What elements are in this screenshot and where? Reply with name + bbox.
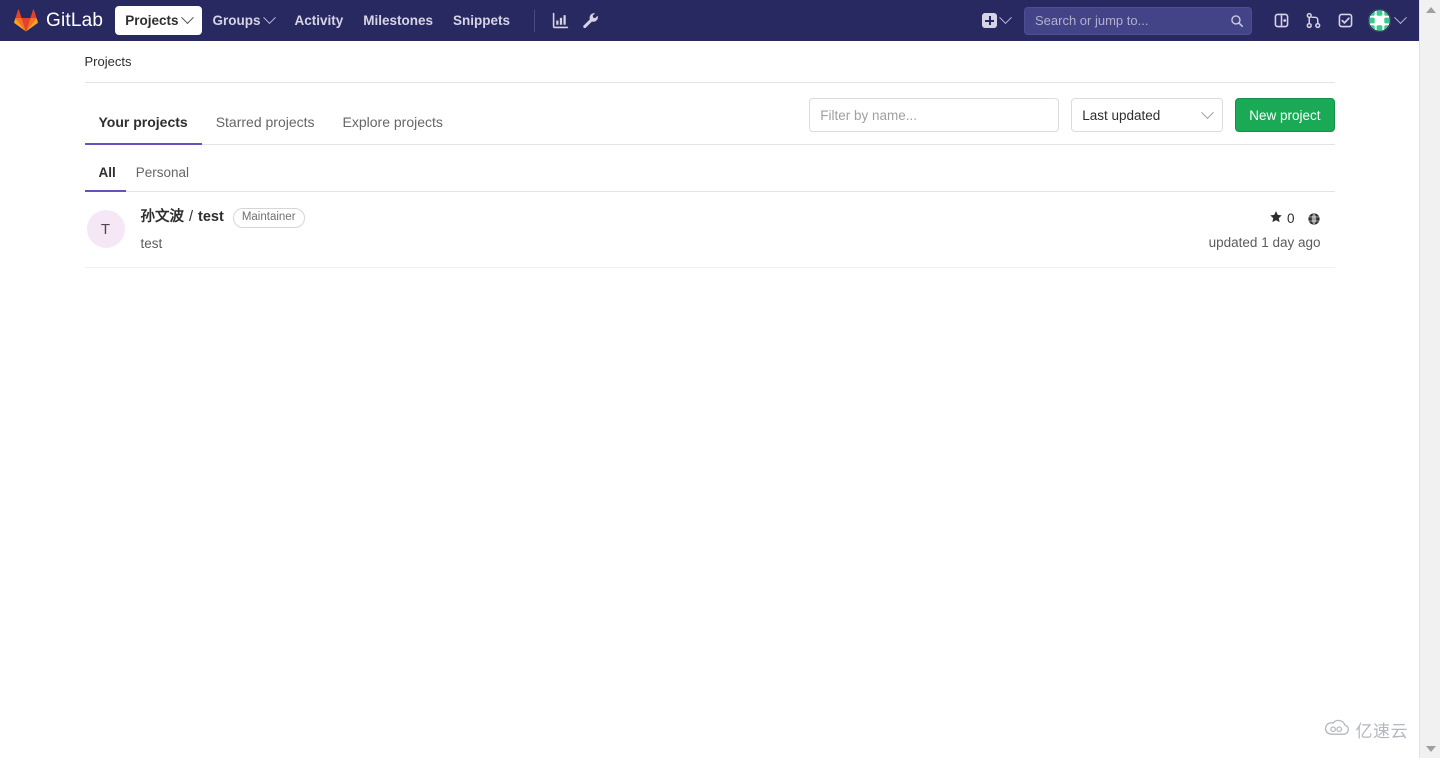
tab-starred-projects-label: Starred projects xyxy=(215,114,315,130)
project-name: test xyxy=(198,209,224,226)
nav-item-activity[interactable]: Activity xyxy=(284,6,353,35)
sort-dropdown-value: Last updated xyxy=(1082,107,1161,123)
project-stars[interactable]: 0 xyxy=(1269,210,1295,227)
content-container: Projects Your projects Starred projects … xyxy=(84,41,1335,268)
project-avatar: T xyxy=(86,210,125,248)
nav-item-groups-label: Groups xyxy=(212,13,261,28)
project-list: T 孙文波 / test Maintainer test 0 updated 1… xyxy=(84,192,1335,268)
scroll-down-arrow-icon[interactable] xyxy=(1420,739,1440,758)
wrench-icon[interactable] xyxy=(575,6,605,36)
navbar-left-section: GitLab Projects Groups Activity Mileston… xyxy=(0,0,605,41)
user-menu-button[interactable] xyxy=(1362,5,1409,36)
chart-analytics-icon[interactable] xyxy=(545,6,575,36)
merge-request-icon[interactable] xyxy=(1298,6,1328,36)
tab-explore-projects[interactable]: Explore projects xyxy=(329,114,457,144)
project-namespace: 孙文波 xyxy=(140,209,185,226)
project-main: 孙文波 / test Maintainer test xyxy=(141,208,1209,251)
subtab-personal[interactable]: Personal xyxy=(126,165,199,191)
gitlab-tanuki-logo xyxy=(14,9,38,32)
filter-by-name-input[interactable] xyxy=(809,98,1060,132)
navbar-divider xyxy=(534,9,536,32)
page-scrollbar[interactable] xyxy=(1419,0,1440,758)
star-icon xyxy=(1269,210,1283,227)
new-project-button[interactable]: New project xyxy=(1235,98,1335,132)
user-avatar xyxy=(1368,9,1391,32)
project-row[interactable]: T 孙文波 / test Maintainer test 0 updated 1… xyxy=(84,192,1335,268)
cloud-icon xyxy=(1324,719,1350,741)
project-description: test xyxy=(140,236,163,251)
nav-item-milestones-label: Milestones xyxy=(363,13,434,28)
search-input[interactable] xyxy=(1024,6,1252,35)
nav-item-snippets[interactable]: Snippets xyxy=(443,6,520,35)
project-meta-top: 0 xyxy=(1209,210,1321,227)
subtab-all[interactable]: All xyxy=(84,165,127,192)
project-name-separator: / xyxy=(189,209,194,226)
navbar-right-section xyxy=(976,0,1419,41)
scrollbar-bottom xyxy=(1420,739,1440,758)
sort-dropdown[interactable]: Last updated xyxy=(1071,98,1224,132)
subtab-personal-label: Personal xyxy=(135,165,190,180)
top-navbar: GitLab Projects Groups Activity Mileston… xyxy=(0,0,1419,41)
nav-item-milestones[interactable]: Milestones xyxy=(353,6,443,35)
plus-square-icon xyxy=(982,13,997,28)
project-role-badge: Maintainer xyxy=(232,208,305,228)
brand-name: GitLab xyxy=(46,9,104,31)
tab-your-projects-label: Your projects xyxy=(98,114,188,130)
project-title-line: 孙文波 / test Maintainer xyxy=(141,208,1209,228)
create-new-button[interactable] xyxy=(976,7,1016,34)
chevron-down-icon xyxy=(181,11,195,25)
chevron-down-icon xyxy=(999,11,1012,25)
gitlab-home-link[interactable]: GitLab xyxy=(14,9,103,32)
chevron-down-icon xyxy=(1394,11,1407,25)
breadcrumb: Projects xyxy=(84,54,1335,83)
chevron-down-icon xyxy=(1201,105,1215,119)
nav-item-projects[interactable]: Projects xyxy=(115,6,203,35)
project-star-count: 0 xyxy=(1286,211,1295,226)
projects-tabs: Your projects Starred projects Explore p… xyxy=(84,83,457,145)
projects-subtabs: All Personal xyxy=(84,145,1335,192)
nav-item-projects-label: Projects xyxy=(125,13,179,28)
nav-item-activity-label: Activity xyxy=(294,13,344,28)
projects-toolbar: Last updated New project xyxy=(809,98,1335,144)
projects-tabs-row: Your projects Starred projects Explore p… xyxy=(84,83,1335,145)
nav-item-groups[interactable]: Groups xyxy=(202,6,284,35)
breadcrumb-label: Projects xyxy=(84,54,132,69)
subtab-all-label: All xyxy=(98,165,116,180)
issues-icon[interactable] xyxy=(1266,6,1296,36)
watermark: 亿速云 xyxy=(1324,717,1409,742)
navbar-menu: Projects Groups Activity Milestones Snip… xyxy=(115,0,605,41)
global-search xyxy=(1024,6,1252,35)
project-meta: 0 updated 1 day ago xyxy=(1209,208,1321,250)
globe-public-icon xyxy=(1307,212,1321,226)
tab-starred-projects[interactable]: Starred projects xyxy=(202,114,329,144)
project-updated-time: updated 1 day ago xyxy=(1208,235,1321,250)
project-avatar-letter: T xyxy=(100,220,111,238)
tab-explore-projects-label: Explore projects xyxy=(342,114,443,130)
chevron-down-icon xyxy=(263,11,277,25)
scroll-up-arrow-icon[interactable] xyxy=(1420,0,1440,19)
watermark-text: 亿速云 xyxy=(1355,722,1408,741)
nav-item-snippets-label: Snippets xyxy=(453,13,511,28)
todos-done-icon[interactable] xyxy=(1330,6,1360,36)
tab-your-projects[interactable]: Your projects xyxy=(84,114,202,145)
project-link[interactable]: 孙文波 / test xyxy=(141,209,224,226)
page-content: Projects Your projects Starred projects … xyxy=(0,41,1419,758)
